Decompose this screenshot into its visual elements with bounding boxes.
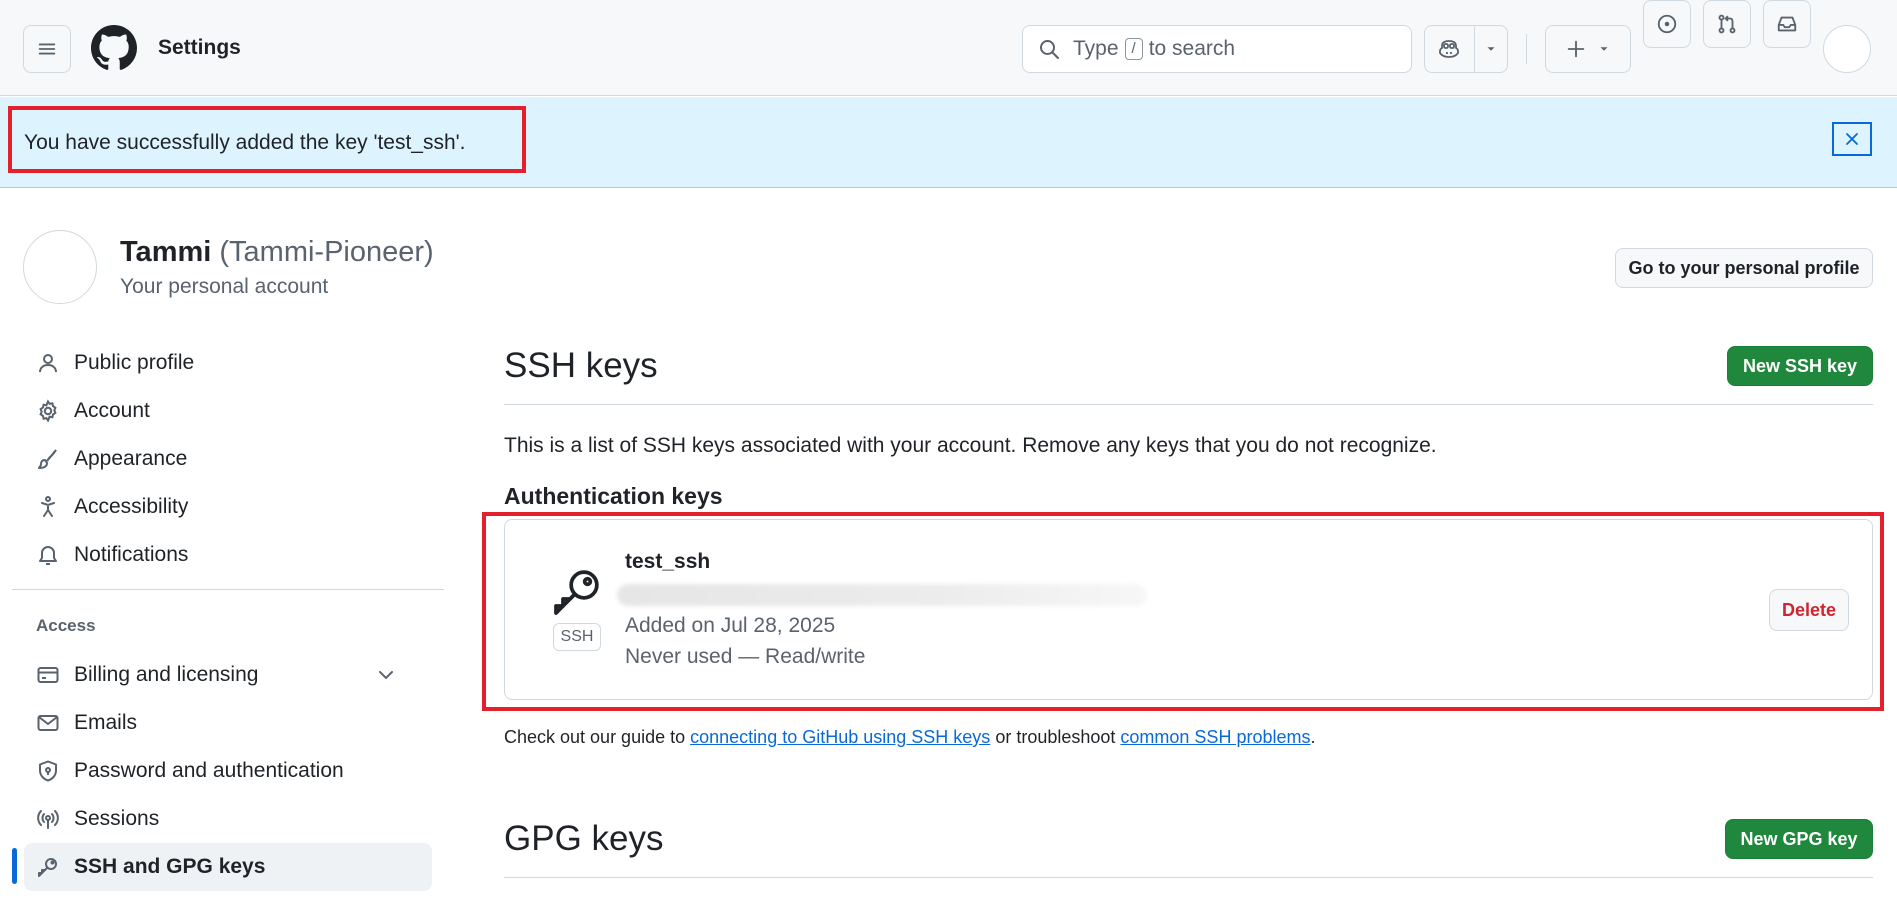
sidebar-item-label: Appearance <box>74 447 188 470</box>
ssh-keys-description: This is a list of SSH keys associated wi… <box>504 434 1437 457</box>
guide-suffix: . <box>1310 727 1316 747</box>
triangle-down-icon <box>1487 47 1495 51</box>
search-prefix: Type <box>1073 37 1119 60</box>
global-header: Settings Type / to search <box>0 0 1897 96</box>
profile-name: Tammi (Tammi-Pioneer) <box>120 236 434 269</box>
search-suffix: to search <box>1148 37 1236 60</box>
sidebar-item-billing[interactable]: Billing and licensing <box>24 651 432 699</box>
guide-prefix: Check out our guide to <box>504 727 686 747</box>
sidebar-item-account[interactable]: Account <box>24 387 432 435</box>
sidebar-item-label: Account <box>74 399 150 422</box>
search-icon <box>1040 40 1059 59</box>
git-pull-request-icon <box>1718 14 1736 34</box>
sidebar-item-label: Password and authentication <box>74 759 344 782</box>
new-ssh-key-button[interactable]: New SSH key <box>1727 346 1873 386</box>
ssh-keys-heading: SSH keys <box>504 346 658 385</box>
inbox-icon <box>1777 16 1797 32</box>
profile-avatar[interactable] <box>23 230 97 304</box>
issue-opened-icon <box>1657 14 1677 34</box>
go-to-profile-button[interactable]: Go to your personal profile <box>1615 248 1873 288</box>
page-title: Settings <box>158 36 241 59</box>
sidebar-item-label: Billing and licensing <box>74 663 259 686</box>
hamburger-icon <box>38 43 56 55</box>
copilot-button[interactable] <box>1425 26 1474 72</box>
issues-button[interactable] <box>1643 0 1691 48</box>
accessibility-icon <box>41 496 55 517</box>
sidebar-item-label: SSH and GPG keys <box>74 855 266 878</box>
key-list-highlight <box>482 512 1884 711</box>
github-logo-icon[interactable] <box>91 25 137 71</box>
profile-login: (Tammi-Pioneer) <box>219 236 434 268</box>
chevron-down-icon <box>379 671 393 680</box>
new-gpg-key-button[interactable]: New GPG key <box>1725 819 1873 859</box>
key-icon <box>38 858 57 877</box>
section-divider <box>504 877 1873 878</box>
copilot-icon <box>1439 40 1460 58</box>
person-icon <box>39 354 57 373</box>
sidebar-item-public-profile[interactable]: Public profile <box>24 339 432 387</box>
bell-icon <box>39 546 57 565</box>
triangle-down-icon <box>1600 47 1608 51</box>
sidebar-item-label: Accessibility <box>74 495 189 518</box>
broadcast-icon <box>37 810 59 829</box>
gear-icon <box>39 399 57 423</box>
sidebar-item-notifications[interactable]: Notifications <box>24 531 432 579</box>
sidebar-active-indicator <box>12 848 17 884</box>
profile-display-name: Tammi <box>120 236 212 268</box>
user-avatar[interactable] <box>1823 25 1871 73</box>
authentication-keys-heading: Authentication keys <box>504 483 723 509</box>
mail-icon <box>37 715 59 731</box>
sidebar-item-password-auth[interactable]: Password and authentication <box>24 747 432 795</box>
pull-requests-button[interactable] <box>1703 0 1751 48</box>
sidebar-divider <box>12 589 444 590</box>
flash-close-button[interactable] <box>1832 122 1872 156</box>
credit-card-icon <box>37 667 59 683</box>
gpg-keys-heading: GPG keys <box>504 819 664 858</box>
close-icon <box>1846 133 1858 145</box>
header-divider <box>1526 34 1527 64</box>
sidebar-item-label: Sessions <box>74 807 160 830</box>
sidebar-section-heading: Access <box>36 616 96 635</box>
shield-lock-icon <box>39 760 57 782</box>
paintbrush-icon <box>38 449 57 469</box>
section-divider <box>504 404 1873 405</box>
copilot-dropdown-button[interactable] <box>1473 26 1507 72</box>
connecting-ssh-guide-link[interactable]: connecting to GitHub using SSH keys <box>690 727 990 747</box>
sidebar-item-sessions[interactable]: Sessions <box>24 795 432 843</box>
create-new-button[interactable] <box>1545 25 1631 73</box>
ssh-problems-link[interactable]: common SSH problems <box>1120 727 1310 747</box>
guide-middle: or troubleshoot <box>995 727 1116 747</box>
menu-button[interactable] <box>23 25 71 73</box>
sidebar-item-accessibility[interactable]: Accessibility <box>24 483 432 531</box>
flash-message-highlight <box>8 106 526 173</box>
search-input[interactable]: Type / to search <box>1022 25 1412 73</box>
sidebar-item-emails[interactable]: Emails <box>24 699 432 747</box>
sidebar-item-ssh-gpg-keys[interactable]: SSH and GPG keys <box>24 843 432 891</box>
search-shortcut-key: / <box>1124 38 1143 60</box>
sidebar-item-label: Notifications <box>74 543 189 566</box>
profile-subtitle: Your personal account <box>120 275 329 298</box>
plus-icon <box>1567 40 1585 58</box>
sidebar-item-appearance[interactable]: Appearance <box>24 435 432 483</box>
copilot-button-group <box>1424 25 1508 73</box>
sidebar-item-label: Public profile <box>74 351 195 374</box>
sidebar-item-label: Emails <box>74 711 138 734</box>
ssh-guide-text: Check out our guide to connecting to Git… <box>504 727 1316 748</box>
inbox-button[interactable] <box>1763 0 1811 48</box>
